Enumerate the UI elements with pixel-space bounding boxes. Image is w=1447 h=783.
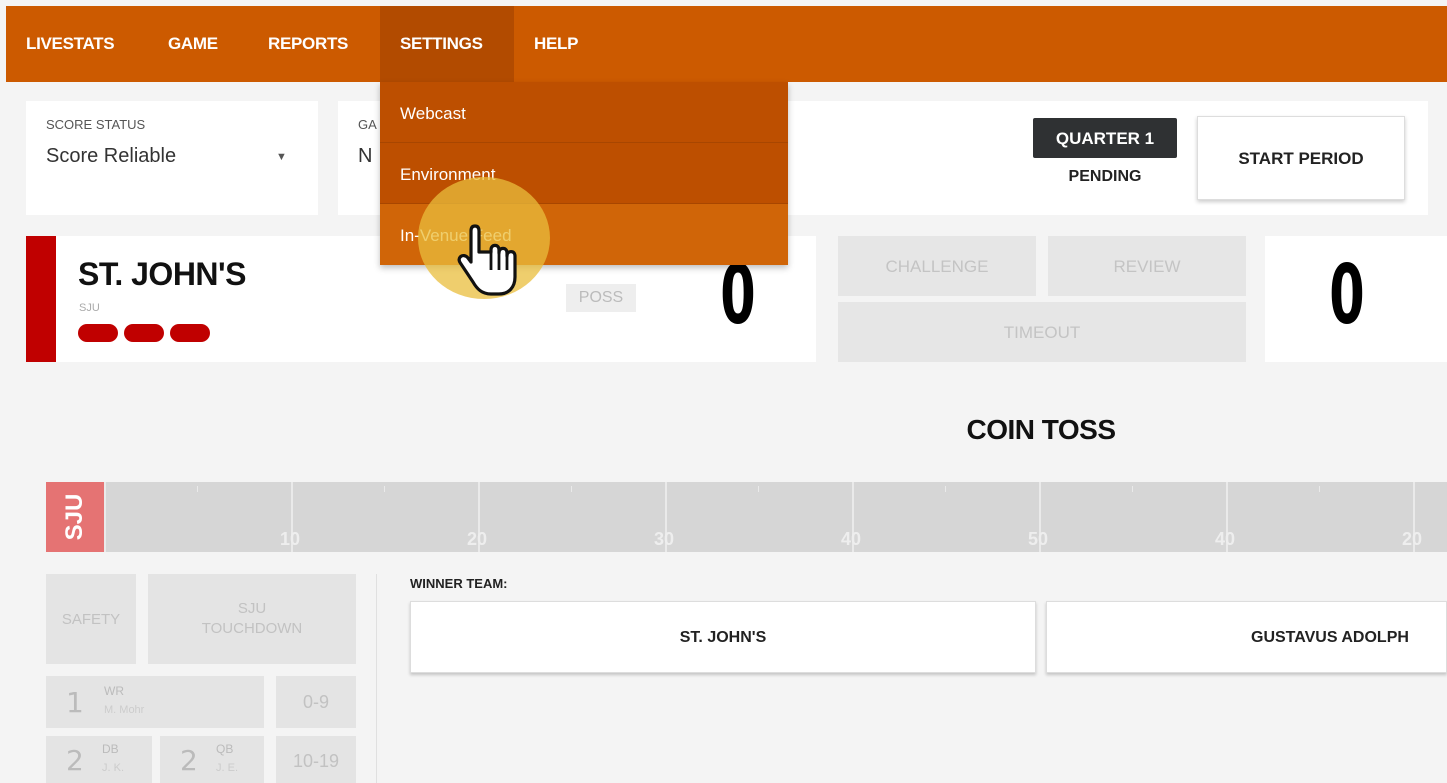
phase-title: COIN TOSS: [966, 414, 1116, 445]
period-status: PENDING: [1068, 168, 1142, 185]
football-field[interactable]: SJU 10 20 30 40 50 40 20: [46, 482, 1447, 552]
player-number: 1: [66, 686, 84, 719]
goal-line: [104, 482, 106, 552]
yard-tick: [197, 486, 198, 492]
yard-tick: [758, 486, 759, 492]
yard-tick: [1132, 486, 1133, 492]
away-team-card: 0: [1265, 236, 1447, 362]
away-score: 0: [1329, 248, 1365, 343]
yard-number: 50: [1028, 529, 1049, 549]
yard-tick: [945, 486, 946, 492]
touchdown-team-label: SJU: [237, 600, 267, 617]
timeout-button[interactable]: TIMEOUT: [838, 302, 1246, 362]
nav-reports[interactable]: REPORTS: [268, 6, 348, 82]
player-position: DB: [102, 742, 119, 756]
timeout-indicator: [78, 324, 118, 342]
player-button[interactable]: 2 QB J. E.: [160, 736, 264, 783]
yard-number: 40: [841, 529, 862, 549]
livestats-app: LIVESTATS GAME REPORTS SETTINGS HELP Web…: [0, 0, 1447, 783]
player-button[interactable]: 2 DB J. K.: [46, 736, 152, 783]
nav-livestats[interactable]: LIVESTATS: [26, 6, 115, 82]
challenge-button[interactable]: CHALLENGE: [838, 236, 1036, 296]
yard-number: 20: [467, 529, 488, 549]
touchdown-button[interactable]: SJU TOUCHDOWN: [148, 574, 356, 664]
score-status-panel[interactable]: SCORE STATUS Score Reliable ▼: [26, 101, 318, 215]
winner-home-button[interactable]: ST. JOHN'S: [410, 601, 1036, 673]
review-button[interactable]: REVIEW: [1048, 236, 1246, 296]
team-color-bar: [26, 236, 56, 362]
possession-toggle[interactable]: POSS: [566, 284, 636, 312]
top-navigation-bar: LIVESTATS GAME REPORTS SETTINGS HELP: [6, 6, 1447, 82]
hand-pointer-cursor-icon: [457, 224, 517, 296]
yard-number: 10: [280, 529, 301, 549]
score-status-select[interactable]: Score Reliable: [46, 145, 176, 168]
yard-number: 40: [1215, 529, 1236, 549]
home-team-name: ST. JOHN'S: [78, 256, 246, 292]
endzone: SJU: [46, 482, 104, 552]
timeout-indicator: [124, 324, 164, 342]
yard-tick: [1319, 486, 1320, 492]
player-button[interactable]: 1 WR M. Mohr: [46, 676, 264, 728]
home-team-abbr: SJU: [79, 302, 100, 314]
touchdown-label: TOUCHDOWN: [201, 620, 303, 637]
quarter-badge: QUARTER 1: [1033, 118, 1177, 158]
game-status-select[interactable]: N: [358, 145, 372, 168]
player-name: J. E.: [216, 762, 239, 774]
nav-game[interactable]: GAME: [168, 6, 218, 82]
start-period-button[interactable]: START PERIOD: [1197, 116, 1405, 200]
player-name: J. K.: [102, 762, 125, 774]
player-number: 2: [180, 744, 198, 777]
chevron-down-icon[interactable]: ▼: [276, 151, 287, 163]
yard-tick: [384, 486, 385, 492]
menu-item-webcast[interactable]: Webcast: [380, 82, 788, 143]
nav-help[interactable]: HELP: [534, 6, 578, 82]
yard-number: 30: [654, 529, 675, 549]
score-status-label: SCORE STATUS: [46, 117, 146, 132]
nav-settings[interactable]: SETTINGS: [380, 6, 514, 82]
timeout-indicator: [170, 324, 210, 342]
player-position: QB: [216, 742, 234, 756]
yard-tick: [571, 486, 572, 492]
player-number: 2: [66, 744, 84, 777]
game-status-label: GA: [358, 117, 377, 132]
endzone-label: SJU: [61, 493, 88, 541]
player-position: WR: [104, 684, 124, 698]
divider: [376, 574, 377, 783]
player-name: M. Mohr: [104, 704, 145, 716]
winner-away-button[interactable]: GUSTAVUS ADOLPH: [1046, 601, 1447, 673]
yard-number: 20: [1402, 529, 1423, 549]
winner-team-label: WINNER TEAM:: [410, 576, 508, 591]
safety-button[interactable]: SAFETY: [46, 574, 136, 664]
range-button[interactable]: 0-9: [276, 676, 356, 728]
range-button[interactable]: 10-19: [276, 736, 356, 783]
